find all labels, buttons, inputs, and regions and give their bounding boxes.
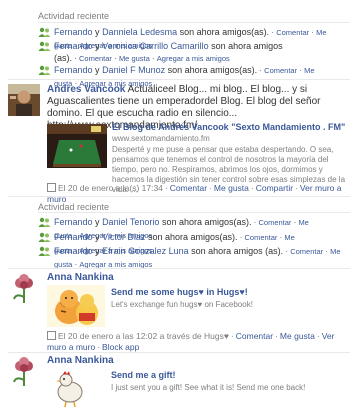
- share-source-icon: [47, 183, 56, 192]
- gift-attachment: Send me a gift! I just sent you a gift! …: [111, 370, 346, 393]
- post-time: El 20 de enero a las 12:02 a través de H…: [58, 331, 229, 341]
- friend-link[interactable]: Fernando: [54, 232, 93, 242]
- avatar[interactable]: [8, 356, 40, 388]
- chicken-image: [50, 368, 90, 408]
- friend-link[interactable]: Victor Diaz: [102, 232, 145, 242]
- comment-link[interactable]: Comentar: [79, 54, 112, 63]
- flower-avatar: [8, 356, 40, 388]
- friend-link[interactable]: Efrain Gonzalez Luna: [102, 246, 189, 256]
- flower-avatar: [8, 273, 40, 305]
- comment-link[interactable]: Comentar: [236, 331, 273, 341]
- add-friend-link[interactable]: Agregar a mis amigos: [157, 54, 230, 63]
- comment-link[interactable]: Comentar: [290, 247, 323, 256]
- post-author[interactable]: Anna Nankina: [47, 355, 344, 366]
- divider: [8, 268, 350, 269]
- avatar[interactable]: [8, 273, 40, 305]
- friend-link[interactable]: Danniela Ledesma: [102, 27, 177, 37]
- tigger-pooh-image: [47, 285, 105, 327]
- comment-link[interactable]: Comentar: [259, 218, 292, 227]
- friends-icon: [38, 41, 51, 51]
- app-icon: [47, 331, 56, 340]
- friend-link[interactable]: Fernando: [54, 41, 93, 51]
- attachment-url: www.sextomandamiento.fm: [112, 134, 210, 143]
- blog-thumbnail[interactable]: [47, 124, 107, 168]
- comment-link[interactable]: Comentar: [264, 66, 297, 75]
- hugs-attachment: Send me some hugs♥ in Hugs♥! Let's excha…: [111, 287, 346, 310]
- friends-icon: [38, 27, 51, 37]
- divider: [38, 22, 350, 23]
- gift-thumbnail[interactable]: [50, 368, 90, 408]
- divider: [8, 196, 350, 197]
- friend-link[interactable]: Fernando: [54, 27, 93, 37]
- attachment-title[interactable]: Send me some hugs♥ in Hugs♥!: [111, 287, 346, 297]
- attachment-title[interactable]: Send me a gift!: [111, 370, 346, 380]
- avatar[interactable]: [8, 84, 40, 116]
- post-author[interactable]: Anna Nankina: [47, 272, 344, 283]
- divider: [8, 352, 350, 353]
- post-time: El 20 de enero a la(s) 17:34: [58, 183, 163, 193]
- pool-table-image: [47, 124, 107, 168]
- post-anna-gift: Anna Nankina: [47, 355, 344, 366]
- post-anna-hugs: Anna Nankina: [47, 272, 344, 283]
- share-link[interactable]: Compartir: [256, 183, 293, 193]
- friend-link[interactable]: Daniel Tenorio: [102, 217, 159, 227]
- divider: [8, 79, 350, 80]
- avatar-photo: [8, 84, 40, 116]
- friends-icon: [38, 217, 51, 227]
- friends-icon: [38, 232, 51, 242]
- friends-icon: [38, 65, 51, 75]
- comment-link[interactable]: Comentar: [244, 233, 277, 242]
- divider: [38, 212, 350, 213]
- like-link[interactable]: Me gusta: [214, 183, 249, 193]
- recent-activity-header: Actividad reciente: [38, 11, 110, 21]
- friend-link[interactable]: Fernando: [54, 65, 93, 75]
- recent-activity-header: Actividad reciente: [38, 202, 110, 212]
- friends-icon: [38, 246, 51, 256]
- friend-link[interactable]: Fernando: [54, 246, 93, 256]
- friend-activity-row: Fernando y Veronica Carrillo Camarillo s…: [38, 40, 346, 65]
- like-link[interactable]: Me gusta: [119, 54, 150, 63]
- friend-link[interactable]: Daniel F Munoz: [102, 65, 165, 75]
- block-app-link[interactable]: Block app: [102, 342, 139, 352]
- attachment-title[interactable]: El Blog de Andrés Vancook "Sexto Mandami…: [112, 122, 346, 132]
- comment-link[interactable]: Comentar: [276, 28, 309, 37]
- attachment-description: Let's exchange fun hugs♥ on Facebook!: [111, 300, 253, 309]
- attachment-description: I just sent you a gift! See what it is! …: [111, 383, 306, 392]
- friend-link[interactable]: Fernando: [54, 217, 93, 227]
- comment-link[interactable]: Comentar: [170, 183, 207, 193]
- hugs-thumbnail[interactable]: [47, 285, 105, 327]
- post-footer: El 20 de enero a las 12:02 a través de H…: [47, 331, 335, 352]
- friend-link[interactable]: Veronica Carrillo Camarillo: [102, 41, 209, 51]
- post-author[interactable]: Andres Vancook: [47, 84, 125, 95]
- like-link[interactable]: Me gusta: [280, 331, 315, 341]
